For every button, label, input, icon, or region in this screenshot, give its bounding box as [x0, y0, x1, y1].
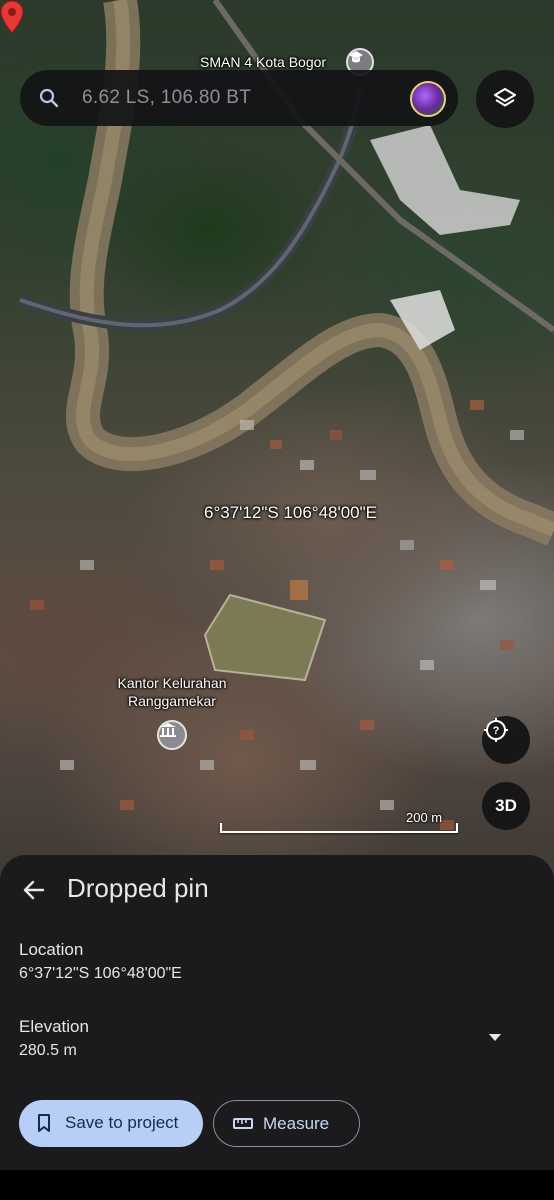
map-pin-icon[interactable] [0, 0, 24, 34]
chevron-down-icon[interactable] [488, 1032, 502, 1042]
location-label: Location [19, 940, 84, 959]
elevation-value: 280.5 m [19, 1042, 77, 1059]
pin-coordinates-label: 6°37'12"S 106°48'00"E [204, 503, 378, 522]
layers-icon [494, 88, 516, 107]
poi-school-label[interactable]: SMAN 4 Kota Bogor [200, 54, 326, 70]
poi-office-label[interactable]: Kantor Kelurahan Ranggamekar [112, 674, 232, 710]
arrow-back-icon[interactable] [22, 878, 46, 902]
location-value: 6°37'12"S 106°48'00"E [19, 965, 182, 982]
search-bar[interactable]: 6.62 LS, 106.80 BT [20, 70, 458, 126]
elevation-label: Elevation [19, 1017, 89, 1036]
scale-label: 200 m [406, 810, 443, 825]
map-imagery [18, 0, 554, 830]
ruler-icon [233, 1118, 253, 1129]
bookmark-icon [38, 1114, 50, 1132]
3d-toggle-button[interactable]: 3D [482, 782, 530, 830]
measure-label: Measure [263, 1114, 330, 1133]
svg-text:?: ? [493, 725, 500, 737]
locate-icon: ? [484, 718, 508, 742]
avatar[interactable] [410, 81, 446, 117]
save-to-project-button[interactable]: Save to project [19, 1100, 203, 1147]
measure-button[interactable]: Measure [213, 1100, 360, 1147]
government-building-icon[interactable] [157, 720, 187, 750]
search-icon [39, 88, 59, 108]
search-input[interactable]: 6.62 LS, 106.80 BT [82, 87, 251, 109]
locate-button[interactable]: ? [482, 716, 530, 764]
save-to-project-label: Save to project [65, 1113, 179, 1132]
sheet-title: Dropped pin [67, 873, 209, 903]
place-details-sheet: Dropped pin Location 6°37'12"S 106°48'00… [0, 855, 554, 1170]
layers-button[interactable] [476, 70, 534, 128]
system-nav-area [0, 1170, 554, 1200]
map-canvas[interactable]: SMAN 4 Kota Bogor 6°37'12"S 106°48'00"E … [0, 0, 554, 880]
